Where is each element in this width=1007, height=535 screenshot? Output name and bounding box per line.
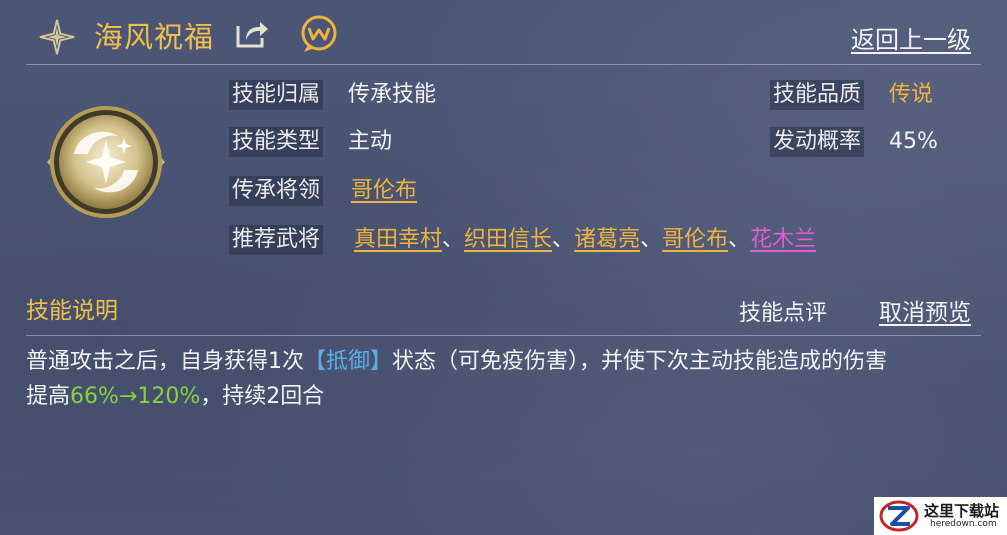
affiliation-value: 传承技能 <box>348 82 437 107</box>
recommend-general-link[interactable]: 花木兰 <box>750 227 816 252</box>
inherit-general-link[interactable]: 哥伦布 <box>351 176 417 206</box>
trigger-rate-value: 45% <box>889 129 938 154</box>
quality-value: 传说 <box>889 82 934 107</box>
value-to: 120% <box>137 384 201 409</box>
trigger-rate-label: 发动概率 <box>770 127 865 157</box>
chat-bubble-icon[interactable] <box>298 14 340 54</box>
divider <box>26 64 981 65</box>
share-icon[interactable] <box>234 18 270 50</box>
skill-emblem-icon <box>47 106 165 218</box>
description-line: 普通攻击之后，自身获得1次【抵御】状态（可免疫伤害），并使下次主动技能造成的伤害 <box>26 344 976 379</box>
recommend-list: 真田幸村、织田信长、诸葛亮、哥伦布、花木兰 <box>354 225 816 255</box>
arrow: → <box>118 384 138 409</box>
section-title: 技能说明 <box>26 298 118 324</box>
description-text: 普通攻击之后，自身获得1次 <box>26 349 304 374</box>
separator: 、 <box>552 227 575 252</box>
skill-title: 海风祝福 <box>94 20 215 54</box>
type-value: 主动 <box>348 129 393 154</box>
description-line: 提高66%→120%，持续2回合 <box>26 379 976 414</box>
divider <box>26 335 981 336</box>
description-text: ，持续2回合 <box>200 384 325 409</box>
skill-description: 普通攻击之后，自身获得1次【抵御】状态（可免疫伤害），并使下次主动技能造成的伤害… <box>26 344 976 414</box>
watermark-url: heredown.com <box>930 519 997 529</box>
recommend-general-link[interactable]: 织田信长 <box>464 227 552 252</box>
separator: 、 <box>640 227 663 252</box>
type-label: 技能类型 <box>229 127 324 157</box>
watermark-text: 这里下载站 <box>924 502 1000 520</box>
recommend-general-link[interactable]: 诸葛亮 <box>574 227 640 252</box>
watermark: 这里下载站 heredown.com <box>874 497 1007 535</box>
quality-label: 技能品质 <box>770 80 865 110</box>
description-text: 提高 <box>26 384 71 409</box>
header: 海风祝福 返回上一级 <box>0 0 1007 66</box>
skill-review-button[interactable]: 技能点评 <box>739 295 827 327</box>
recommend-label: 推荐武将 <box>229 225 324 255</box>
back-button[interactable]: 返回上一级 <box>851 20 971 55</box>
separator: 、 <box>442 227 465 252</box>
separator: 、 <box>728 227 751 252</box>
inherit-general-label: 传承将领 <box>229 176 324 206</box>
value-from: 66% <box>70 384 119 409</box>
recommend-general-link[interactable]: 哥伦布 <box>662 227 728 252</box>
keyword-link[interactable]: 【抵御】 <box>304 349 392 374</box>
four-point-star-icon <box>39 19 75 55</box>
watermark-logo-icon <box>879 500 919 532</box>
cancel-preview-button[interactable]: 取消预览 <box>879 293 971 327</box>
description-text: 状态（可免疫伤害），并使下次主动技能造成的伤害 <box>392 349 888 374</box>
recommend-general-link[interactable]: 真田幸村 <box>354 227 442 252</box>
affiliation-label: 技能归属 <box>229 80 324 110</box>
